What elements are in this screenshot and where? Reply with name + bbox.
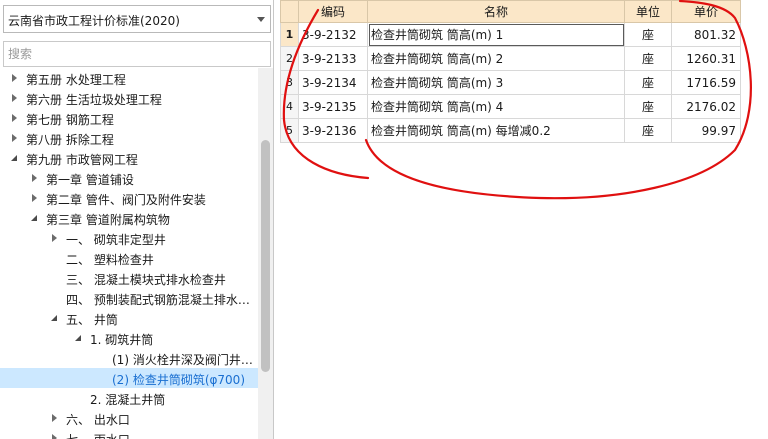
- collapsed-triangle-icon[interactable]: [50, 413, 60, 423]
- collapsed-triangle-icon[interactable]: [10, 113, 20, 123]
- tree-node[interactable]: 第六册 生活垃圾处理工程: [0, 88, 258, 108]
- price-cell[interactable]: 801.32: [671, 22, 741, 47]
- collapsed-triangle-icon[interactable]: [10, 93, 20, 103]
- standard-select-value: 云南省市政工程计价标准(2020): [8, 14, 180, 28]
- collapsed-triangle-icon[interactable]: [50, 233, 60, 243]
- tree-node-label: 第六册 生活垃圾处理工程: [26, 93, 162, 107]
- unit-column-header[interactable]: 单位: [624, 0, 672, 23]
- unit-cell[interactable]: 座: [624, 118, 672, 143]
- expanded-triangle-icon[interactable]: [10, 153, 20, 163]
- name-cell[interactable]: 检查井筒砌筑 筒高(m) 4: [367, 94, 625, 119]
- tree-node[interactable]: 五、 井筒: [0, 308, 258, 328]
- unit-cell[interactable]: 座: [624, 22, 672, 47]
- tree-node[interactable]: 一、 砌筑非定型井: [0, 228, 258, 248]
- name-cell[interactable]: 检查井筒砌筑 筒高(m) 每增减0.2: [367, 118, 625, 143]
- code-column-header[interactable]: 编码: [298, 0, 368, 23]
- price-cell[interactable]: 1716.59: [671, 70, 741, 95]
- tree-node-label: 七、 雨水口: [66, 431, 130, 439]
- tree-node-label: 1. 砌筑井筒: [90, 333, 154, 347]
- tree-node[interactable]: 第一章 管道铺设: [0, 168, 258, 188]
- left-panel: 云南省市政工程计价标准(2020) 第五册 水处理工程第六册 生活垃圾处理工程第…: [0, 0, 274, 439]
- code-cell[interactable]: 3-9-2134: [298, 70, 368, 95]
- chevron-down-icon[interactable]: [257, 17, 265, 22]
- table-row[interactable]: 3 3-9-2134 检查井筒砌筑 筒高(m) 3 座 1716.59: [280, 70, 741, 95]
- code-cell[interactable]: 3-9-2133: [298, 46, 368, 71]
- collapsed-triangle-icon[interactable]: [30, 193, 40, 203]
- code-cell[interactable]: 3-9-2132: [298, 22, 368, 47]
- table-row[interactable]: 4 3-9-2135 检查井筒砌筑 筒高(m) 4 座 2176.02: [280, 94, 741, 119]
- tree-node[interactable]: 第九册 市政管网工程: [0, 148, 258, 168]
- row-number: 3: [280, 70, 299, 95]
- tree-node[interactable]: 四、 预制装配式钢筋混凝土排水…: [0, 288, 258, 308]
- table-row[interactable]: 2 3-9-2133 检查井筒砌筑 筒高(m) 2 座 1260.31: [280, 46, 741, 71]
- collapsed-triangle-icon[interactable]: [30, 173, 40, 183]
- name-cell[interactable]: 检查井筒砌筑 筒高(m) 2: [367, 46, 625, 71]
- unit-cell[interactable]: 座: [624, 94, 672, 119]
- tree-node-label: 第七册 钢筋工程: [26, 113, 114, 127]
- row-number-header: [280, 0, 299, 23]
- search-input[interactable]: [4, 42, 270, 66]
- name-cell[interactable]: 检查井筒砌筑 筒高(m) 1: [367, 22, 625, 47]
- unit-cell[interactable]: 座: [624, 70, 672, 95]
- tree-node-label: 一、 砌筑非定型井: [66, 233, 166, 247]
- tree-node-label: 第一章 管道铺设: [46, 173, 134, 187]
- price-column-header[interactable]: 单价: [671, 0, 741, 23]
- standard-select[interactable]: 云南省市政工程计价标准(2020): [3, 5, 271, 33]
- quota-grid: 编码 名称 单位 单价 1 3-9-2132 检查井筒砌筑 筒高(m) 1 座 …: [280, 0, 741, 143]
- tree-node[interactable]: 第二章 管件、阀门及附件安装: [0, 188, 258, 208]
- tree-node-label: 第三章 管道附属构筑物: [46, 213, 170, 227]
- table-row[interactable]: 1 3-9-2132 检查井筒砌筑 筒高(m) 1 座 801.32: [280, 22, 741, 47]
- tree-scrollbar[interactable]: [258, 68, 273, 439]
- row-number: 1: [280, 22, 299, 47]
- collapsed-triangle-icon[interactable]: [10, 133, 20, 143]
- tree-node-label: 第五册 水处理工程: [26, 73, 126, 87]
- tree-node-label: 三、 混凝土模块式排水检查井: [66, 273, 226, 287]
- tree-node[interactable]: 1. 砌筑井筒: [0, 328, 258, 348]
- tree-node[interactable]: 2. 混凝土井筒: [0, 388, 258, 408]
- code-cell[interactable]: 3-9-2136: [298, 118, 368, 143]
- tree-node[interactable]: (1) 消火栓井深及阀门井…: [0, 348, 258, 368]
- tree-node-label: 四、 预制装配式钢筋混凝土排水…: [66, 293, 250, 307]
- expanded-triangle-icon[interactable]: [50, 313, 60, 323]
- tree-node[interactable]: 第五册 水处理工程: [0, 68, 258, 88]
- price-cell[interactable]: 2176.02: [671, 94, 741, 119]
- tree-node-label: (2) 检查井筒砌筑(φ700): [112, 373, 245, 387]
- tree-node-label: (1) 消火栓井深及阀门井…: [112, 353, 253, 367]
- tree-node-label: 第二章 管件、阀门及附件安装: [46, 193, 206, 207]
- tree-scrollbar-thumb[interactable]: [261, 140, 270, 372]
- tree-node[interactable]: 第八册 拆除工程: [0, 128, 258, 148]
- row-number: 4: [280, 94, 299, 119]
- name-cell[interactable]: 检查井筒砌筑 筒高(m) 3: [367, 70, 625, 95]
- search-box[interactable]: [3, 41, 271, 67]
- collapsed-triangle-icon[interactable]: [10, 73, 20, 83]
- price-cell[interactable]: 99.97: [671, 118, 741, 143]
- unit-cell[interactable]: 座: [624, 46, 672, 71]
- row-number: 5: [280, 118, 299, 143]
- tree-node[interactable]: 二、 塑料检查井: [0, 248, 258, 268]
- price-cell[interactable]: 1260.31: [671, 46, 741, 71]
- collapsed-triangle-icon[interactable]: [50, 433, 60, 439]
- tree-node-label: 第九册 市政管网工程: [26, 153, 138, 167]
- quota-tree: 第五册 水处理工程第六册 生活垃圾处理工程 第七册 钢筋工程 第八册 拆除工程第九册…: [0, 68, 258, 439]
- row-number: 2: [280, 46, 299, 71]
- expanded-triangle-icon[interactable]: [30, 213, 40, 223]
- tree-node-label: 二、 塑料检查井: [66, 253, 154, 267]
- tree-node-label: 六、 出水口: [66, 413, 130, 427]
- tree-node[interactable]: (2) 检查井筒砌筑(φ700): [0, 368, 258, 388]
- expanded-triangle-icon[interactable]: [74, 333, 84, 343]
- tree-node-label: 2. 混凝土井筒: [90, 393, 166, 407]
- tree-node-label: 第八册 拆除工程: [26, 133, 114, 147]
- grid-header-row: 编码 名称 单位 单价: [280, 0, 741, 23]
- tree-node[interactable]: 三、 混凝土模块式排水检查井: [0, 268, 258, 288]
- tree-node[interactable]: 六、 出水口: [0, 408, 258, 428]
- tree-node-label: 五、 井筒: [66, 313, 118, 327]
- name-column-header[interactable]: 名称: [367, 0, 625, 23]
- tree-node[interactable]: 第三章 管道附属构筑物: [0, 208, 258, 228]
- tree-node[interactable]: 七、 雨水口: [0, 428, 258, 439]
- code-cell[interactable]: 3-9-2135: [298, 94, 368, 119]
- table-row[interactable]: 5 3-9-2136 检查井筒砌筑 筒高(m) 每增减0.2 座 99.97: [280, 118, 741, 143]
- tree-node[interactable]: 第七册 钢筋工程: [0, 108, 258, 128]
